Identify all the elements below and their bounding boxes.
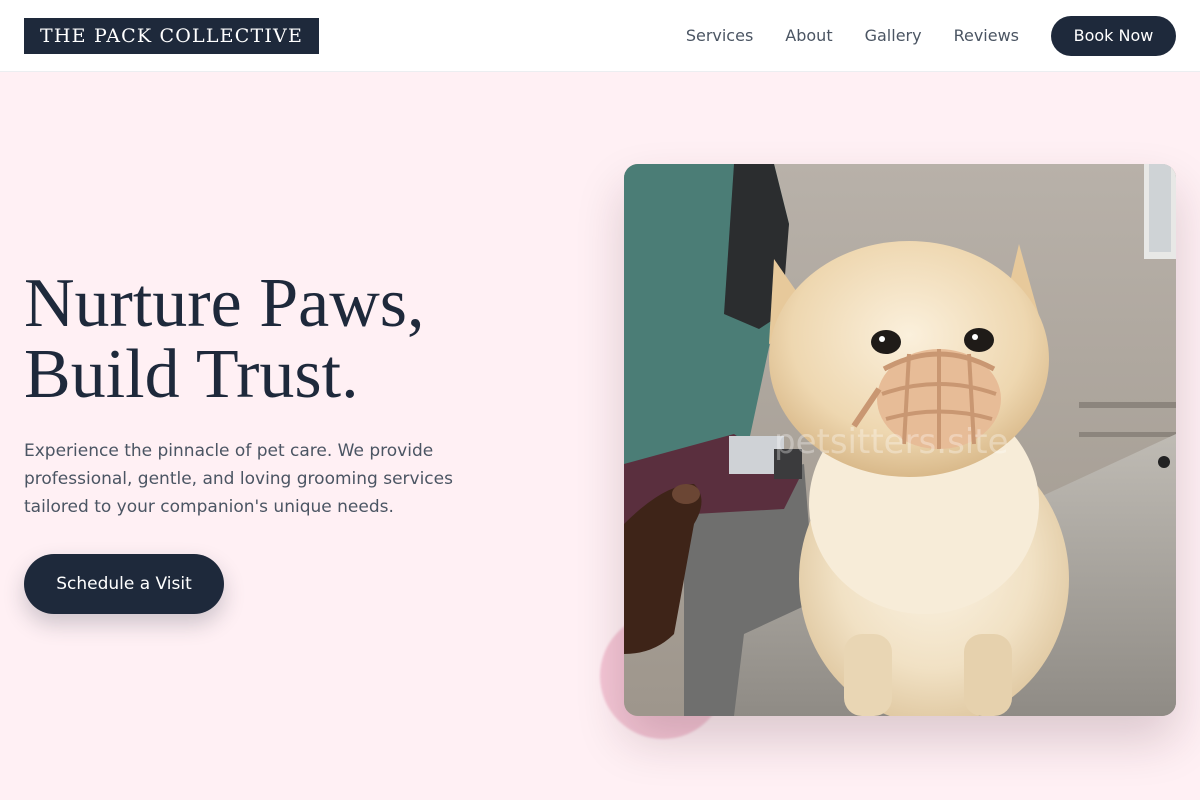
- hero-image-groomed-dog: petsitters.site: [624, 164, 1176, 716]
- hero-heading-line-1: Nurture Paws,: [24, 265, 425, 342]
- hero-section: Nurture Paws, Build Trust. Experience th…: [0, 73, 1200, 800]
- main-nav: Services About Gallery Reviews Book Now: [686, 15, 1176, 56]
- hero-heading-line-2: Build Trust.: [24, 336, 359, 413]
- hero-text-block: Nurture Paws, Build Trust. Experience th…: [24, 268, 544, 614]
- nav-link-about[interactable]: About: [785, 26, 832, 45]
- nav-link-reviews[interactable]: Reviews: [954, 26, 1019, 45]
- nav-link-gallery[interactable]: Gallery: [865, 26, 922, 45]
- site-header: THE PACK COLLECTIVE Services About Galle…: [0, 0, 1200, 72]
- dog-grooming-illustration: [624, 164, 1176, 716]
- hero-heading: Nurture Paws, Build Trust.: [24, 268, 544, 410]
- schedule-visit-button[interactable]: Schedule a Visit: [24, 554, 224, 614]
- brand-logo[interactable]: THE PACK COLLECTIVE: [24, 17, 320, 54]
- nav-link-services[interactable]: Services: [686, 26, 753, 45]
- hero-description: Experience the pinnacle of pet care. We …: [24, 441, 453, 517]
- book-now-button[interactable]: Book Now: [1051, 15, 1176, 56]
